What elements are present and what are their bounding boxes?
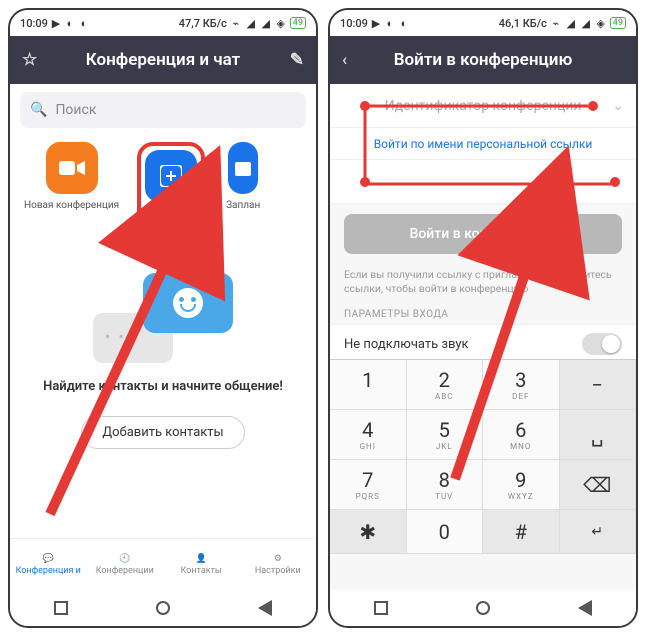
- empty-text: Найдите контакты и начните общение!: [43, 379, 283, 394]
- key-minus[interactable]: −: [560, 360, 637, 410]
- tile-schedule[interactable]: Заплан: [223, 142, 263, 227]
- conference-id-input[interactable]: Идентификатор конференции ⌄: [330, 84, 636, 128]
- recents-button[interactable]: [54, 601, 68, 615]
- app-icon: ◐: [78, 17, 90, 29]
- clock-icon: 🕘: [119, 554, 130, 564]
- key-4[interactable]: 4GHI: [330, 410, 407, 460]
- tile-join[interactable]: Войти: [145, 150, 197, 219]
- audio-toggle[interactable]: [582, 333, 622, 355]
- battery-icon: 49: [290, 17, 306, 29]
- home-button[interactable]: [476, 601, 490, 615]
- android-navbar: [330, 590, 636, 626]
- key-9[interactable]: 9WXYZ: [483, 460, 560, 510]
- key-8[interactable]: 8TUV: [407, 460, 484, 510]
- camera-icon: [46, 142, 98, 194]
- key-3[interactable]: 3DEF: [483, 360, 560, 410]
- recents-button[interactable]: [374, 601, 388, 615]
- chevron-down-icon[interactable]: ⌄: [612, 98, 624, 114]
- back-icon[interactable]: ‹: [342, 50, 347, 70]
- app-icon: ◐: [384, 17, 396, 29]
- bottom-nav: 💬 Конференция и 🕘 Конференции 👤 Контакты…: [10, 538, 316, 590]
- status-speed: 47,7 КБ/с: [179, 17, 227, 30]
- signal-icon: ◢: [260, 17, 272, 29]
- home-button[interactable]: [156, 601, 170, 615]
- gear-icon: ⚙: [274, 554, 282, 564]
- key-6[interactable]: 6MNO: [483, 410, 560, 460]
- content: Идентификатор конференции ⌄ Войти по име…: [330, 84, 636, 590]
- bluetooth-icon: ⌁: [230, 17, 242, 29]
- signal-icon: ◢: [565, 17, 577, 29]
- key-0[interactable]: 0: [407, 510, 484, 554]
- battery-icon: 49: [610, 17, 626, 29]
- name-input[interactable]: [330, 160, 636, 204]
- numeric-keypad: 1 2ABC 3DEF − 4GHI 5JKL 6MNO ␣ 7PQRS 8TU…: [330, 359, 636, 554]
- key-1[interactable]: 1: [330, 360, 407, 410]
- status-speed: 46,1 КБ/с: [499, 17, 547, 30]
- content: 🔍 Поиск Новая конференция Войти: [10, 84, 316, 538]
- header-title: Конференция и чат: [86, 50, 240, 70]
- back-button[interactable]: [578, 600, 592, 616]
- wifi-icon: ◈: [595, 17, 607, 29]
- nav-contacts[interactable]: 👤 Контакты: [163, 539, 240, 590]
- status-time: 10:09: [20, 17, 48, 30]
- key-done[interactable]: ↵: [560, 510, 637, 554]
- compose-icon[interactable]: ✎: [290, 50, 304, 70]
- phone-right: 10:09 ▶ ◐ ◐ 46,1 КБ/с ⌁ ◢ ◢ ◈ 49 ‹ Войти…: [328, 8, 638, 628]
- app-icon: ◐: [398, 17, 410, 29]
- nav-conf-chat[interactable]: 💬 Конференция и: [10, 539, 87, 590]
- bluetooth-icon: ⌁: [550, 17, 562, 29]
- annotation-dot: [588, 101, 598, 111]
- signal-icon: ◢: [245, 17, 257, 29]
- nav-settings[interactable]: ⚙ Настройки: [240, 539, 317, 590]
- play-icon: ▶: [370, 17, 382, 29]
- header: ‹ Войти в конференцию: [330, 36, 636, 84]
- personal-link[interactable]: Войти по имени персональной ссылки: [330, 128, 636, 160]
- star-icon[interactable]: ☆: [22, 50, 37, 70]
- chat-icon: 💬: [43, 554, 54, 564]
- search-icon: 🔍: [30, 102, 47, 118]
- key-7[interactable]: 7PQRS: [330, 460, 407, 510]
- statusbar: 10:09 ▶ ◐ ◐ 47,7 КБ/с ⌁ ◢ ◢ ◈ 49: [10, 10, 316, 36]
- chat-bubble-icon: [143, 273, 233, 333]
- android-navbar: [10, 590, 316, 626]
- key-space[interactable]: ␣: [560, 410, 637, 460]
- nav-conferences[interactable]: 🕘 Конференции: [87, 539, 164, 590]
- contacts-icon: 👤: [196, 554, 207, 564]
- annotation-dot: [360, 177, 370, 187]
- wifi-icon: ◈: [275, 17, 287, 29]
- signal-icon: ◢: [580, 17, 592, 29]
- empty-state: Найдите контакты и начните общение! Доба…: [10, 273, 316, 449]
- add-contacts-button[interactable]: Добавить контакты: [81, 416, 244, 449]
- annotation-dot: [610, 177, 620, 187]
- info-text: Если вы получили ссылку с приглашением, …: [330, 264, 636, 299]
- header: ☆ Конференция и чат ✎: [10, 36, 316, 84]
- search-input[interactable]: 🔍 Поиск: [20, 92, 306, 128]
- join-conference-button[interactable]: Войти в конференцию: [344, 214, 622, 254]
- key-5[interactable]: 5JKL: [407, 410, 484, 460]
- key-backspace[interactable]: ⌫: [560, 460, 637, 510]
- annotation-dot: [360, 101, 370, 111]
- phone-left: 10:09 ▶ ◐ ◐ 47,7 КБ/с ⌁ ◢ ◢ ◈ 49 ☆ Конфе…: [8, 8, 318, 628]
- key-hash[interactable]: #: [483, 510, 560, 554]
- statusbar: 10:09 ▶ ◐ ◐ 46,1 КБ/с ⌁ ◢ ◢ ◈ 49: [330, 10, 636, 36]
- section-label: ПАРАМЕТРЫ ВХОДА: [330, 299, 636, 324]
- plus-icon: [145, 150, 197, 202]
- tile-new-conference[interactable]: Новая конференция: [24, 142, 119, 227]
- highlight-join: Войти: [137, 142, 205, 227]
- key-star[interactable]: ✱: [330, 510, 407, 554]
- key-2[interactable]: 2ABC: [407, 360, 484, 410]
- play-icon: ▶: [50, 17, 62, 29]
- calendar-icon: [228, 142, 258, 194]
- back-button[interactable]: [258, 600, 272, 616]
- search-placeholder: Поиск: [55, 102, 96, 118]
- status-time: 10:09: [340, 17, 368, 30]
- app-icon: ◐: [64, 17, 76, 29]
- header-title: Войти в конференцию: [394, 50, 573, 70]
